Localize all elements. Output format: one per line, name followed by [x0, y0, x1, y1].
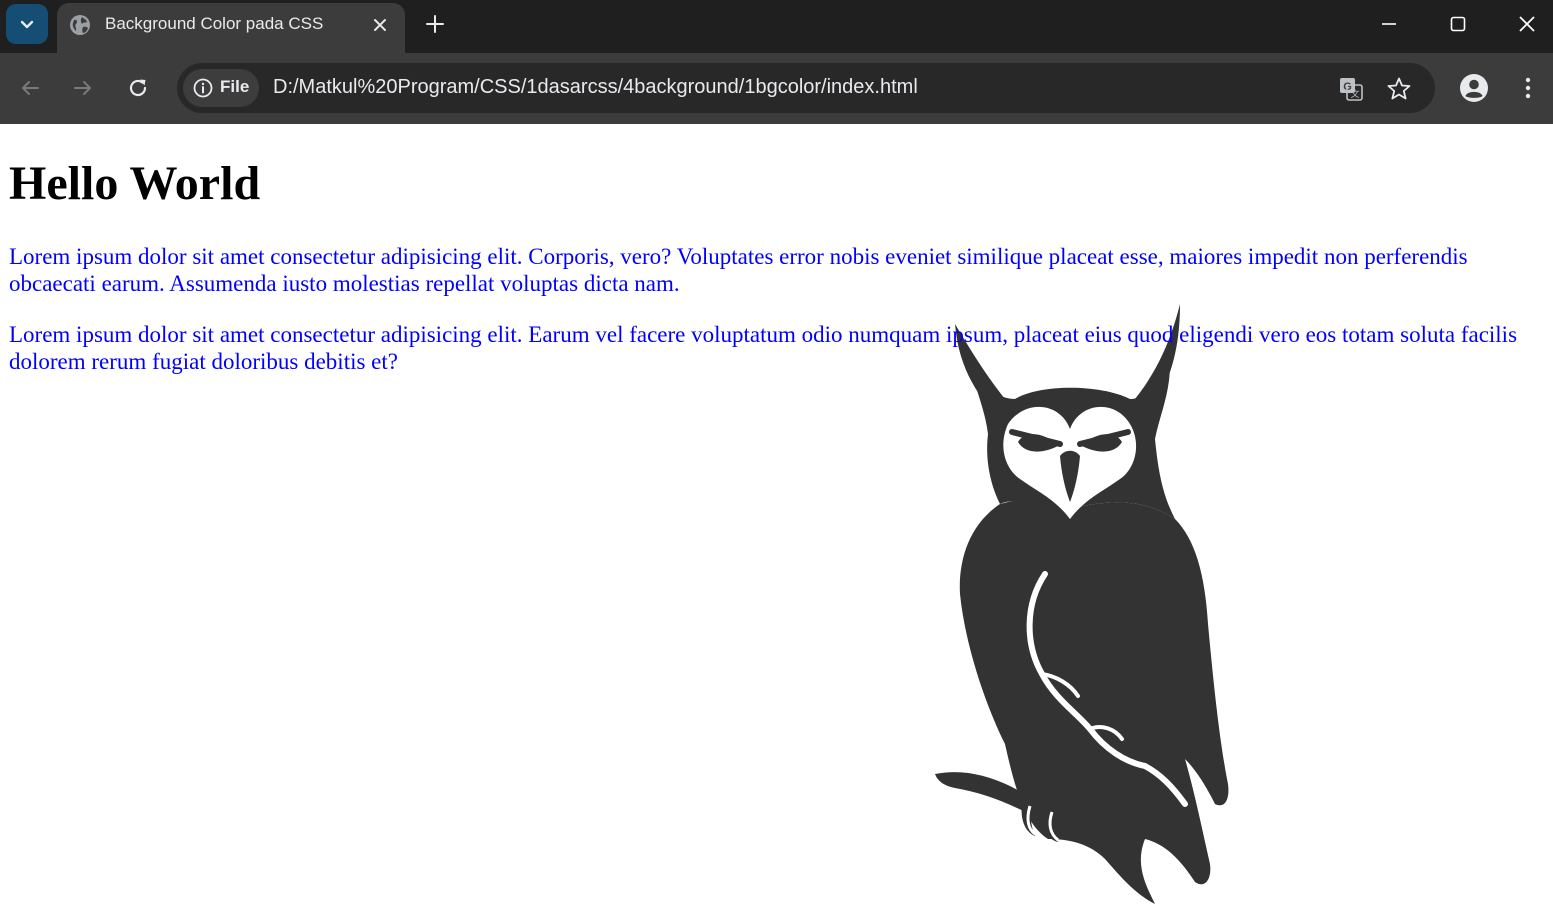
minimize-button[interactable]: [1369, 8, 1409, 40]
maximize-button[interactable]: [1438, 8, 1478, 40]
info-icon: [193, 78, 213, 98]
tab-search-icon: [20, 20, 34, 29]
reload-icon: [129, 79, 147, 97]
profile-button[interactable]: [1457, 71, 1491, 105]
tab-strip: Background Color pada CSS: [0, 0, 1553, 53]
globe-icon: [70, 15, 90, 35]
close-window-button[interactable]: [1507, 8, 1547, 40]
chip-label: File: [220, 77, 250, 96]
browser-toolbar: File D:/Matkul%20Program/CSS/1dasarcss/4…: [0, 53, 1553, 124]
translate-icon[interactable]: G 文: [1337, 75, 1365, 103]
forward-button[interactable]: [66, 71, 100, 105]
star-icon[interactable]: [1385, 75, 1413, 103]
tab-title: Background Color pada CSS: [105, 14, 324, 33]
menu-button[interactable]: [1511, 71, 1545, 105]
address-bar[interactable]: File D:/Matkul%20Program/CSS/1dasarcss/4…: [177, 63, 1435, 113]
reload-button[interactable]: [121, 71, 155, 105]
page-viewport: Hello World Lorem ipsum dolor sit amet c…: [0, 124, 1553, 920]
forward-icon: [74, 81, 91, 95]
close-icon[interactable]: [370, 15, 390, 35]
close-icon: [1519, 16, 1535, 32]
kebab-menu-icon: [1525, 77, 1531, 99]
page-body: Hello World Lorem ipsum dolor sit amet c…: [9, 124, 1545, 375]
profile-icon: [1460, 74, 1488, 102]
back-button[interactable]: [13, 71, 47, 105]
maximize-icon: [1450, 16, 1466, 32]
url-text[interactable]: D:/Matkul%20Program/CSS/1dasarcss/4backg…: [273, 76, 918, 99]
plus-icon[interactable]: [423, 12, 447, 36]
svg-text:文: 文: [1350, 88, 1359, 100]
minimize-icon: [1382, 23, 1396, 25]
back-icon: [22, 81, 39, 95]
tab-search-button[interactable]: [6, 4, 48, 44]
owl-background-image: [935, 304, 1229, 904]
paragraph: Lorem ipsum dolor sit amet consectetur a…: [9, 322, 1518, 374]
active-tab[interactable]: Background Color pada CSS: [57, 3, 405, 53]
page-heading: Hello World: [9, 157, 261, 210]
paragraph: Lorem ipsum dolor sit amet consectetur a…: [9, 244, 1468, 296]
